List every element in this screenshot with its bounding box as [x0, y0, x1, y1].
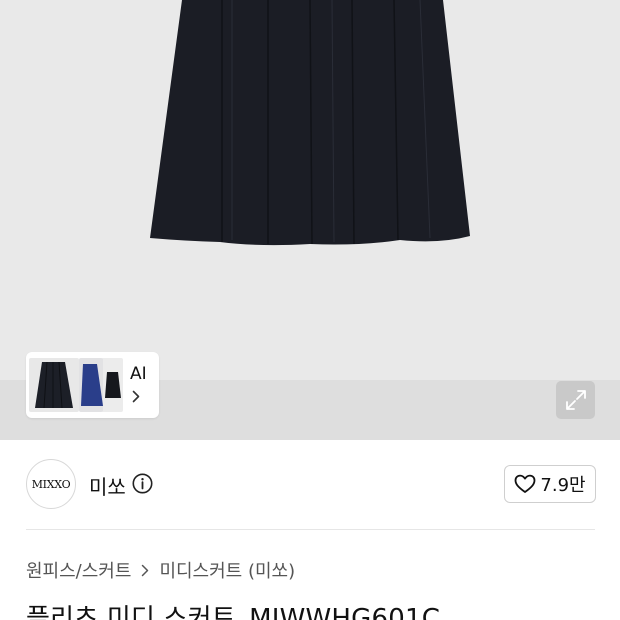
expand-icon	[565, 390, 586, 410]
expand-image-button[interactable]	[556, 381, 595, 419]
chevron-right-icon	[132, 390, 140, 403]
divider	[26, 529, 595, 530]
breadcrumb: 원피스/스커트 미디스커트 (미쏘)	[26, 557, 295, 583]
thumbnail-dark-skirt	[101, 358, 123, 412]
info-icon[interactable]	[132, 473, 153, 494]
heart-icon	[515, 474, 536, 493]
thumbnail-stack	[29, 355, 125, 415]
thumbnail-black-skirt	[29, 358, 79, 412]
brand-name[interactable]: 미쏘	[89, 471, 126, 500]
brand-row: MIXXO 미쏘 7.9만	[26, 459, 596, 511]
breadcrumb-category[interactable]: 원피스/스커트	[26, 557, 131, 583]
breadcrumb-subcategory[interactable]: 미디스커트 (미쏘)	[159, 557, 295, 583]
ai-similar-items-card[interactable]: AI	[26, 352, 159, 418]
thumbnail-blue-skirt	[79, 358, 103, 412]
brand-logo[interactable]: MIXXO	[26, 459, 76, 509]
product-title: 플리츠 미디 스커트_MIWWHG601C	[26, 604, 441, 620]
brand-logo-text: MIXXO	[31, 477, 71, 491]
like-count: 7.9만	[540, 475, 586, 496]
chevron-right-icon	[142, 564, 149, 576]
ai-label: AI	[130, 364, 147, 384]
like-button[interactable]: 7.9만	[504, 465, 596, 503]
product-image-gallery[interactable]: AI	[0, 0, 620, 440]
